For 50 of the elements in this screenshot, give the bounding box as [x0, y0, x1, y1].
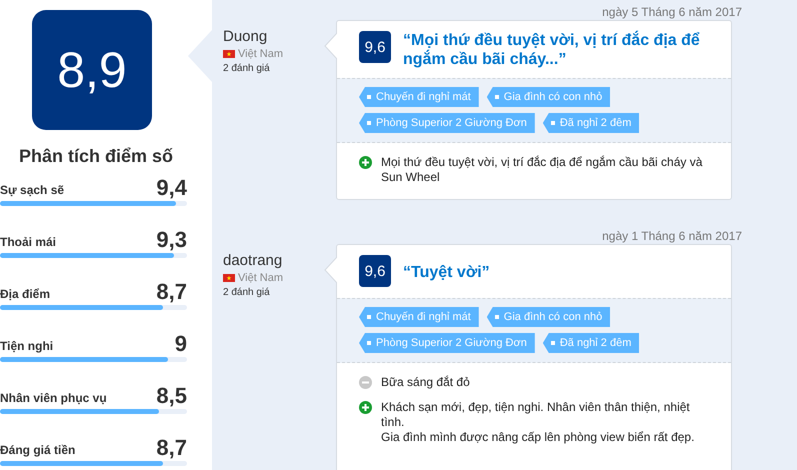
category-score: 9,4 [156, 176, 187, 200]
bullet-icon [494, 95, 499, 99]
plus-icon [359, 401, 372, 414]
minus-icon [359, 376, 372, 389]
flag-icon [223, 50, 235, 58]
category-score: 9 [174, 332, 187, 356]
review-tag: Phòng Superior 2 Giường Đơn [359, 113, 535, 133]
review-tag: Đã nghỉ 2 đêm [542, 333, 640, 353]
review-score-badge: 9,6 [359, 31, 391, 63]
review-score-badge: 9,6 [359, 255, 391, 287]
bullet-icon [367, 95, 371, 99]
review-title: “Tuyệt vời” [403, 262, 490, 282]
category-label: Tiện nghi [0, 339, 54, 353]
overall-score-badge: 8,9 [32, 10, 152, 130]
breakdown-title: Phân tích điểm số [18, 146, 174, 167]
category-score: 9,3 [156, 228, 187, 252]
review-title: “Mọi thứ đều tuyệt vời, vị trí đắc địa để ngắm cầu bãi cháy...” [403, 31, 701, 69]
category-score: 8,5 [156, 384, 187, 408]
review-tag: Gia đình có con nhỏ [486, 87, 610, 107]
review-date: ngày 1 Tháng 6 năm 2017 [602, 229, 742, 243]
plus-icon [359, 156, 372, 169]
comment-text: Bữa sáng đắt đỏ [381, 375, 470, 390]
category-label: Thoải mái [0, 235, 56, 249]
bullet-icon [550, 341, 555, 345]
comment-text: Mọi thứ đều tuyệt vời, vị trí đắc địa để ngắm cầu bãi cháy và Sun Wheel [381, 155, 704, 185]
reviewer-name: daotrang [223, 252, 284, 269]
reviewer-country: Việt Nam [238, 48, 284, 60]
category-label: Đáng giá tiền [0, 443, 76, 457]
category-label: Sự sạch sẽ [0, 183, 64, 197]
bullet-icon [367, 341, 371, 345]
reviewer-name: Duong [223, 28, 268, 45]
category-label: Địa điểm [0, 287, 50, 301]
reviewer-country: Việt Nam [238, 272, 284, 284]
review-tag: Đã nghỉ 2 đêm [542, 113, 640, 133]
review-tag: Phòng Superior 2 Giường Đơn [359, 333, 535, 353]
review-count: 2 đánh giá [223, 287, 271, 298]
flag-icon [223, 274, 235, 282]
review-tag: Gia đình có con nhỏ [486, 307, 610, 327]
category-score: 8,7 [156, 436, 187, 460]
bullet-icon [367, 315, 371, 319]
bullet-icon [494, 315, 499, 319]
review-tag: Chuyến đi nghỉ mát [359, 307, 479, 327]
category-label: Nhân viên phục vụ [0, 391, 107, 405]
review-tag: Chuyến đi nghỉ mát [359, 87, 479, 107]
review-count: 2 đánh giá [223, 63, 271, 74]
comment-text: Khách sạn mới, đẹp, tiện nghi. Nhân viên thân thiện, nhiệt tình. Gia đình mình được nâng cấp lên phòng view biển rất đẹp. [381, 400, 696, 445]
bullet-icon [550, 121, 555, 125]
bullet-icon [367, 121, 371, 125]
category-score: 8,7 [156, 280, 187, 304]
review-date: ngày 5 Tháng 6 năm 2017 [602, 5, 742, 19]
